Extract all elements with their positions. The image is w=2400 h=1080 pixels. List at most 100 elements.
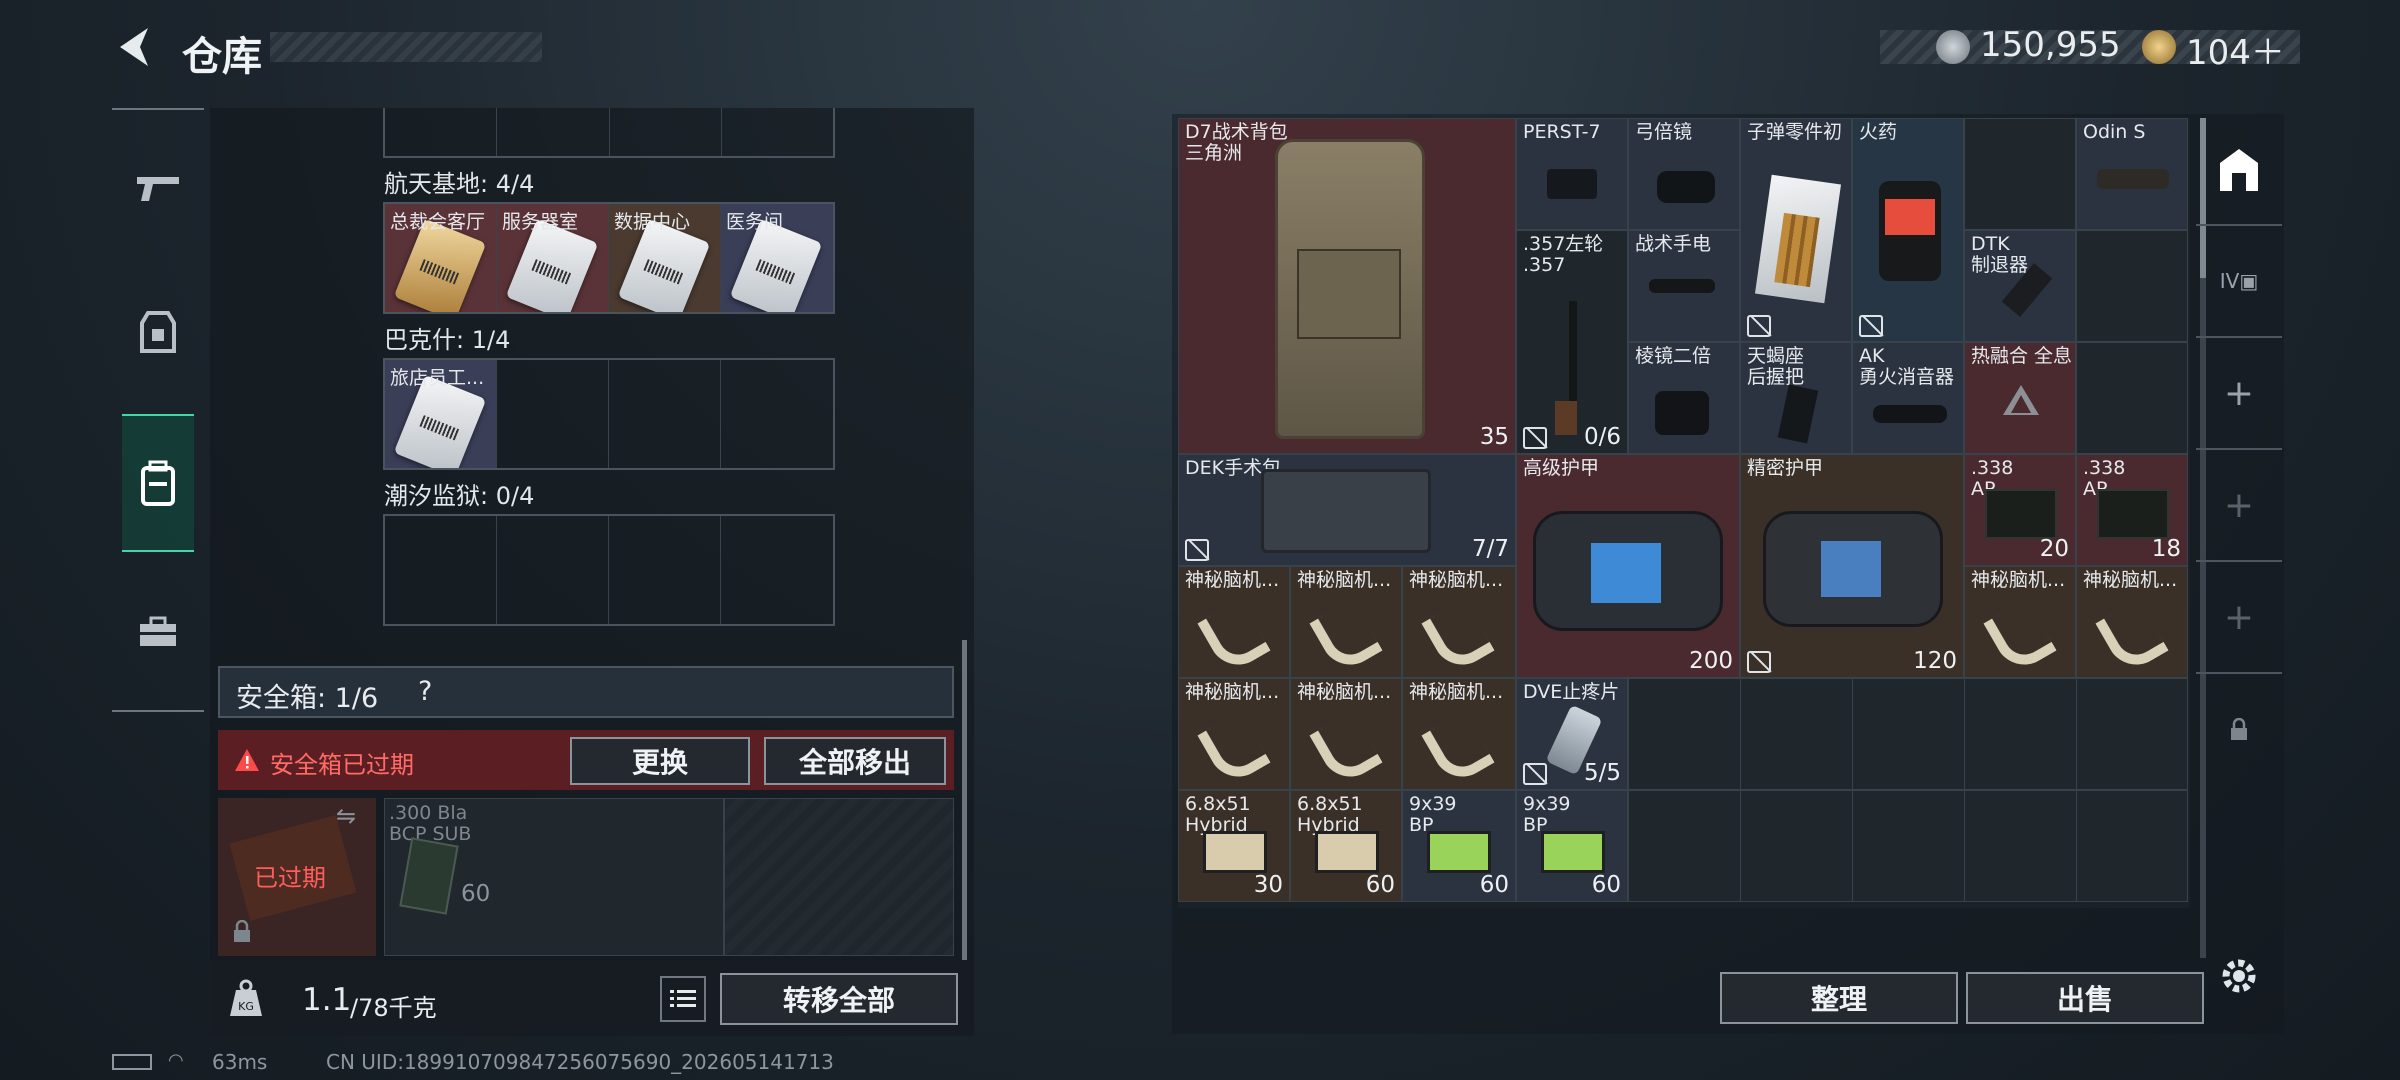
- inventory-item-precision-armor[interactable]: 精密护甲 120: [1740, 454, 1964, 678]
- keycard-slot-empty[interactable]: [721, 360, 833, 468]
- weight-unit: /78千克: [350, 994, 437, 1022]
- inventory-item-brain-machine[interactable]: 神秘脑机...: [1290, 566, 1402, 678]
- keycard-slot-empty[interactable]: [385, 516, 497, 624]
- inventory-item-scorpio-grip[interactable]: 天蝎座 后握把: [1740, 342, 1852, 454]
- inventory-item-ak-suppressor[interactable]: AK 勇火消音器: [1852, 342, 1964, 454]
- keycard-slot[interactable]: 旅店员工...: [385, 360, 497, 468]
- safe-box-header: 安全箱: 1/6 ?: [218, 666, 954, 718]
- keycard-row-bakhsh: 旅店员工...: [383, 358, 835, 470]
- inventory-slot-empty[interactable]: [1964, 118, 2076, 230]
- expired-tag: 已过期: [254, 864, 326, 892]
- currency-gold-value[interactable]: 104＋: [2186, 25, 2285, 74]
- safe-slot-locked: [724, 798, 954, 956]
- weight-bar: KG 1.1 /78千克 转移全部: [210, 960, 974, 1036]
- inventory-item-prism-scope[interactable]: 棱镜二倍: [1628, 342, 1740, 454]
- keycard-slot[interactable]: 总裁会客厅: [385, 204, 497, 312]
- inventory-item-brain-machine[interactable]: 神秘脑机...: [1402, 566, 1516, 678]
- sort-button[interactable]: 整理: [1720, 972, 1958, 1024]
- sell-button[interactable]: 出售: [1966, 972, 2204, 1024]
- lock-icon: [234, 920, 250, 942]
- keycard-slot-empty[interactable]: [497, 360, 609, 468]
- safe-box-label: 安全箱: 1/6: [236, 683, 379, 714]
- inventory-item-dtk-brake[interactable]: DTK 制退器: [1964, 230, 2076, 342]
- inventory-item-backpack[interactable]: D7战术背包 三角洲 35: [1178, 118, 1516, 454]
- keycard-slot-empty[interactable]: [497, 516, 609, 624]
- keycard-slot[interactable]: 服务器室: [497, 204, 609, 312]
- section-label-tidal-prison: 潮汐监狱: 0/4: [384, 482, 535, 510]
- inventory-slot-empty[interactable]: [2076, 342, 2188, 454]
- ping-value: 63ms: [212, 1050, 268, 1074]
- inventory-item-ammo-9x39[interactable]: 9x39 BP 60: [1516, 790, 1628, 902]
- keycard-slot-empty[interactable]: [721, 516, 833, 624]
- right-side-nav: IV▣ + + +: [2196, 114, 2282, 1034]
- page-title: 仓库: [182, 34, 262, 80]
- inventory-item-painkiller[interactable]: DVE止疼片 5/5: [1516, 678, 1628, 790]
- inventory-empty-row[interactable]: [1628, 678, 2188, 790]
- level-iv-tab-icon[interactable]: IV▣: [2196, 226, 2282, 338]
- inventory-item-bow-scope[interactable]: 弓倍镜: [1628, 118, 1740, 230]
- inventory-item-brain-machine[interactable]: 神秘脑机...: [1402, 678, 1516, 790]
- inventory-item-revolver[interactable]: .357左轮 .357 0/6: [1516, 230, 1628, 454]
- settings-gear-icon[interactable]: [2196, 920, 2282, 1032]
- inventory-item-brain-machine[interactable]: 神秘脑机...: [1290, 678, 1402, 790]
- battery-icon: [112, 1054, 152, 1070]
- prev-grid-row: [383, 108, 835, 158]
- add-slot-icon[interactable]: +: [2196, 562, 2282, 674]
- left-scrollbar[interactable]: [962, 640, 967, 960]
- add-slot-icon[interactable]: +: [2196, 450, 2282, 562]
- keycard-row-tidal: [383, 514, 835, 626]
- silver-coin-icon: [1936, 30, 1970, 64]
- weight-icon: KG: [230, 979, 262, 1016]
- weapon-tab-icon[interactable]: [122, 152, 194, 224]
- inventory-item-brain-machine[interactable]: 神秘脑机...: [2076, 566, 2188, 678]
- inventory-item-brain-machine[interactable]: 神秘脑机...: [1964, 566, 2076, 678]
- expired-safe-slot[interactable]: 已过期 ⇋: [218, 798, 376, 956]
- inventory-item-advanced-armor[interactable]: 高级护甲 200: [1516, 454, 1740, 678]
- warning-icon: [235, 749, 259, 771]
- inventory-item-perst7[interactable]: PERST-7: [1516, 118, 1628, 230]
- inventory-item-bullet-parts[interactable]: 子弹零件初: [1740, 118, 1852, 342]
- keycard-slot[interactable]: 医务间: [721, 204, 833, 312]
- inventory-item-thermal-sight[interactable]: 热融合 全息: [1964, 342, 2076, 454]
- inventory-item-gunpowder[interactable]: 火药: [1852, 118, 1964, 342]
- locked-slot-icon: [2196, 674, 2282, 786]
- inventory-item-brain-machine[interactable]: 神秘脑机...: [1178, 566, 1290, 678]
- inventory-empty-row[interactable]: [1628, 790, 2188, 902]
- transfer-all-button[interactable]: 转移全部: [720, 973, 958, 1025]
- inventory-item-dek-kit[interactable]: DEK手术包 7/7: [1178, 454, 1516, 566]
- armor-tab-icon[interactable]: [122, 296, 194, 368]
- keycard-slot-empty[interactable]: [609, 360, 721, 468]
- remove-all-button[interactable]: 全部移出: [764, 737, 946, 785]
- keycard-slot[interactable]: 数据中心: [609, 204, 721, 312]
- inventory-item-ammo-68[interactable]: 6.8x51 Hybrid 30: [1178, 790, 1290, 902]
- add-slot-icon[interactable]: +: [2196, 338, 2282, 450]
- container-tab-icon[interactable]: [2196, 114, 2282, 226]
- inventory-item-odin[interactable]: Odin S: [2076, 118, 2188, 230]
- inventory-item-338ap[interactable]: .338 AP 18: [2076, 454, 2188, 566]
- wifi-icon: ◠: [168, 1050, 184, 1071]
- inventory-item-ammo-9x39[interactable]: 9x39 BP 60: [1402, 790, 1516, 902]
- weight-value: 1.1: [302, 982, 352, 1018]
- toolbox-tab-icon[interactable]: [122, 596, 194, 668]
- back-arrow-icon[interactable]: [110, 22, 160, 72]
- inventory-item-flashlight[interactable]: 战术手电: [1628, 230, 1740, 342]
- section-label-bakhsh: 巴克什: 1/4: [384, 326, 511, 354]
- left-nav: [112, 108, 204, 712]
- inventory-item-ammo-68[interactable]: 6.8x51 Hybrid 60: [1290, 790, 1402, 902]
- expired-message: 安全箱已过期: [270, 751, 414, 779]
- currency-silver-value: 150,955: [1980, 25, 2121, 65]
- backpack-tab-icon[interactable]: [122, 414, 194, 552]
- section-label-aerospace: 航天基地: 4/4: [384, 170, 535, 198]
- inventory-item-338ap[interactable]: .338 AP 20: [1964, 454, 2076, 566]
- help-icon[interactable]: ?: [418, 676, 432, 707]
- keycard-slot-empty[interactable]: [609, 516, 721, 624]
- safe-expired-bar: 安全箱已过期 更换 全部移出: [218, 730, 954, 790]
- keycard-row-aerospace: 总裁会客厅 服务器室 数据中心 医务间: [383, 202, 835, 314]
- inventory-item-brain-machine[interactable]: 神秘脑机...: [1178, 678, 1290, 790]
- inventory-slot-empty[interactable]: [2076, 230, 2188, 342]
- replace-button[interactable]: 更换: [570, 737, 750, 785]
- list-icon[interactable]: [660, 976, 706, 1022]
- safe-slot-ammo[interactable]: .300 Bla BCP SUB 60: [384, 798, 724, 956]
- header-stripe: [270, 32, 542, 62]
- svg-text:KG: KG: [238, 1000, 254, 1013]
